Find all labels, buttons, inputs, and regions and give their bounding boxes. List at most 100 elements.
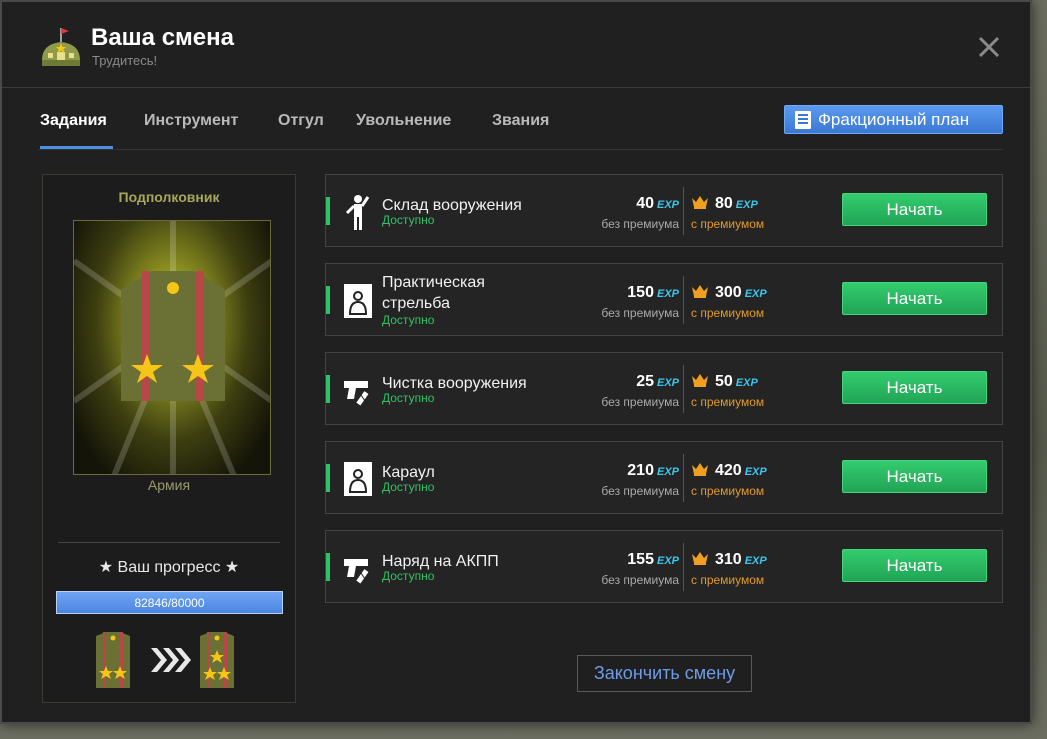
exp-label: EXP <box>656 555 679 567</box>
tab-tasks[interactable]: Задания <box>40 112 107 130</box>
tab-tools[interactable]: Инструмент <box>144 112 238 130</box>
premium-reward: 300 EXP с премиумом <box>691 284 767 320</box>
base-exp-value: 150 <box>627 284 654 301</box>
task-row: Караул Доступно 210 EXP без премиума 420 E… <box>325 441 1003 514</box>
premium-reward: 420 EXP с премиумом <box>691 462 767 498</box>
finish-shift-button[interactable]: Закончить смену <box>577 655 752 692</box>
active-tab-indicator <box>40 146 113 149</box>
crown-icon <box>692 374 708 387</box>
pistol-cleaning-icon <box>344 381 369 406</box>
base-reward: 155 EXP без премиума <box>601 551 679 587</box>
base-exp-value: 25 <box>636 373 654 390</box>
available-marker <box>326 286 330 314</box>
task-row: Склад вооружения Доступно 40 EXP без прем… <box>325 174 1003 247</box>
tab-dismissal[interactable]: Увольнение <box>356 112 451 130</box>
star-icon: ★ <box>224 559 240 576</box>
premium-reward: 80 EXP с премиумом <box>691 195 764 231</box>
start-button[interactable]: Начать <box>842 282 987 315</box>
with-premium-caption: с премиумом <box>691 217 765 231</box>
tab-bar: Задания Инструмент Отгул Увольнение Зван… <box>38 102 1003 150</box>
reward-separator <box>683 276 684 324</box>
task-row: Чистка вооружения Доступно 25 EXP без пре… <box>325 352 1003 425</box>
base-reward: 150 EXP без премиума <box>601 284 679 320</box>
premium-reward: 310 EXP с премиумом <box>691 551 767 587</box>
pistol-cleaning-icon <box>344 559 369 584</box>
crown-icon <box>692 552 708 565</box>
window-title: Ваша смена <box>91 24 234 51</box>
rank-insignia-art <box>73 220 271 475</box>
progress-label-text: Ваш прогресс <box>117 559 221 576</box>
tab-ranks[interactable]: Звания <box>492 112 549 130</box>
star-icon: ★ <box>98 559 114 576</box>
shooting-target-icon <box>344 462 372 496</box>
premium-reward: 50 EXP с премиумом <box>691 373 764 409</box>
reward-separator <box>683 454 684 502</box>
task-status: Доступно <box>382 569 435 583</box>
close-icon[interactable] <box>974 32 1004 62</box>
premium-exp-value: 50 <box>715 373 733 390</box>
start-button[interactable]: Начать <box>842 193 987 226</box>
warehouse-worker-icon <box>345 195 370 230</box>
exp-label: EXP <box>656 466 679 478</box>
faction-plan-label: Фракционный план <box>818 110 970 129</box>
premium-exp-value: 310 <box>715 551 742 568</box>
reward-separator <box>683 543 684 591</box>
base-reward: 25 EXP без премиума <box>601 373 679 409</box>
available-marker <box>326 553 330 581</box>
base-reward: 210 EXP без премиума <box>601 462 679 498</box>
task-status: Доступно <box>382 480 435 494</box>
checklist-icon <box>795 111 811 129</box>
available-marker <box>326 375 330 403</box>
progress-text: 82846/80000 <box>134 596 205 610</box>
task-row: Практическая стрельба Доступно 150 EXP бе… <box>325 263 1003 336</box>
with-premium-caption: с премиумом <box>691 395 765 409</box>
without-premium-caption: без премиума <box>601 484 679 498</box>
exp-label: EXP <box>656 199 679 211</box>
without-premium-caption: без премиума <box>601 306 679 320</box>
exp-label: EXP <box>656 377 679 389</box>
available-marker <box>326 464 330 492</box>
with-premium-caption: с премиумом <box>691 573 765 587</box>
with-premium-caption: с премиумом <box>691 484 765 498</box>
task-status: Доступно <box>382 213 435 227</box>
rank-name: Подполковник <box>118 189 220 205</box>
shift-window: Ваша смена Трудитесь! Задания Инструмент… <box>0 0 1032 724</box>
available-marker <box>326 197 330 225</box>
chevrons-right-icon <box>151 648 191 672</box>
rank-upgrade-preview <box>43 630 295 690</box>
window-header: Ваша смена Трудитесь! <box>2 2 1030 88</box>
base-reward: 40 EXP без премиума <box>601 195 679 231</box>
premium-exp-value: 300 <box>715 284 742 301</box>
reward-separator <box>683 365 684 413</box>
base-exp-value: 40 <box>636 195 654 212</box>
shoulder-board-icon <box>74 221 270 474</box>
base-exp-value: 155 <box>627 551 654 568</box>
military-base-icon <box>42 28 80 66</box>
task-row: Наряд на АКПП Доступно 155 EXP без премиу… <box>325 530 1003 603</box>
premium-exp-value: 80 <box>715 195 733 212</box>
base-exp-value: 210 <box>627 462 654 479</box>
start-button[interactable]: Начать <box>842 549 987 582</box>
exp-label: EXP <box>735 199 758 211</box>
without-premium-caption: без премиума <box>601 217 679 231</box>
window-subtitle: Трудитесь! <box>92 53 158 68</box>
progress-bar: 82846/80000 <box>56 591 283 614</box>
progress-label: ★ Ваш прогресс ★ <box>43 557 295 577</box>
start-button[interactable]: Начать <box>842 371 987 404</box>
crown-icon <box>692 463 708 476</box>
tab-dayoff[interactable]: Отгул <box>278 112 324 130</box>
reward-separator <box>683 187 684 235</box>
crown-icon <box>692 285 708 298</box>
start-button[interactable]: Начать <box>842 460 987 493</box>
faction-plan-button[interactable]: Фракционный план <box>784 105 1003 134</box>
exp-label: EXP <box>744 288 767 300</box>
premium-exp-value: 420 <box>715 462 742 479</box>
without-premium-caption: без премиума <box>601 395 679 409</box>
rank-card: Подполковник Армия ★ Ваш прогресс ★ 8284… <box>42 174 296 703</box>
exp-label: EXP <box>744 555 767 567</box>
exp-label: EXP <box>735 377 758 389</box>
rank-divider <box>58 542 280 543</box>
exp-label: EXP <box>744 466 767 478</box>
rank-faction: Армия <box>147 477 191 493</box>
task-name: Практическая стрельба <box>382 274 485 312</box>
